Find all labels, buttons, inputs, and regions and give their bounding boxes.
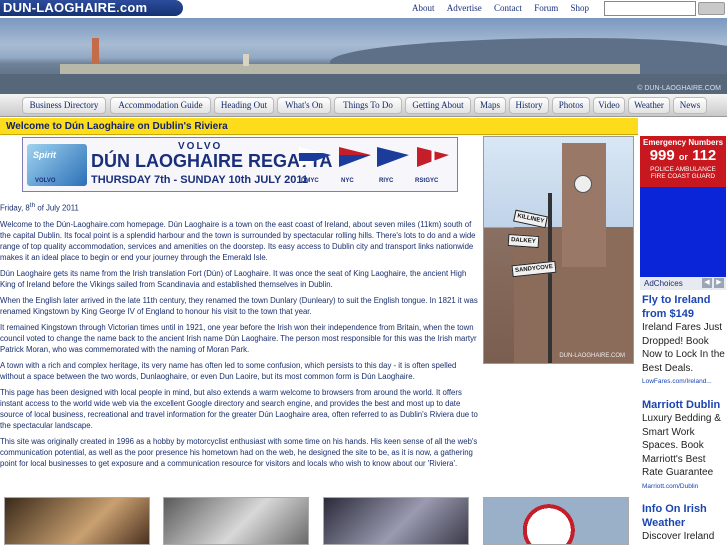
harbour-banner: © DUN-LAOGHAIRE.COM <box>0 18 727 94</box>
nav-business-directory[interactable]: Business Directory <box>22 97 106 114</box>
emergency-line1: POLICE AMBULANCE <box>650 166 716 173</box>
regatta-volvo-small: VOLVO <box>35 178 56 184</box>
club-label-riyc: RIYC <box>379 178 394 184</box>
riyc-flag-icon <box>377 147 409 167</box>
kingstown-paragraph: It remained Kingstown through Victorian … <box>0 322 477 354</box>
nav-getting-about[interactable]: Getting About <box>405 97 471 114</box>
design-paragraph: This page has been designed with local p… <box>0 387 478 430</box>
thumbnail-wedding[interactable] <box>163 497 309 545</box>
nyc-flag-icon <box>339 147 371 167</box>
banner-pier <box>60 64 640 74</box>
ad-prev-icon[interactable]: ◀ <box>702 278 712 288</box>
welcome-heading: Welcome to Dún Laoghaire on Dublin's Riv… <box>0 118 638 135</box>
thumbnail-heading-out[interactable] <box>4 497 150 545</box>
search-button[interactable] <box>698 2 725 15</box>
blue-advert[interactable] <box>640 187 726 277</box>
regatta-title: DÚN LAOGHAIRE REGATTA <box>91 151 333 171</box>
emergency-title: Emergency Numbers <box>642 138 724 147</box>
club-label-nyc: NYC <box>341 178 354 184</box>
ad-title-marriott[interactable]: Marriott Dublin <box>642 399 726 413</box>
adchoices-bar: AdChoices ◀ ▶ <box>640 277 726 290</box>
photo-clock-tower <box>562 143 606 267</box>
text-ads: Fly to Ireland from $149 Ireland Fares J… <box>642 294 726 544</box>
sign-killiney: KILLINEY <box>513 209 549 229</box>
banner-sea <box>0 74 727 94</box>
banner-watermark: © DUN-LAOGHAIRE.COM <box>637 85 721 92</box>
ad-title-fly-ireland[interactable]: Fly to Ireland from $149 <box>642 294 726 321</box>
nav-heading-out[interactable]: Heading Out <box>214 97 274 114</box>
thumbnail-concert[interactable] <box>323 497 469 545</box>
history-paragraph: This site was originally created in 1996… <box>0 436 478 468</box>
emergency-numbers-box: Emergency Numbers 999 or 112 POLICE AMBU… <box>640 136 726 187</box>
search-input[interactable] <box>604 1 696 16</box>
top-link-advertise[interactable]: Advertise <box>447 3 482 13</box>
heritage-paragraph: A town with a rich and complex heritage,… <box>0 360 457 381</box>
date-prefix: Friday, 8 <box>0 203 30 213</box>
intro-paragraph: Welcome to the Dún-Laoghaire.com homepag… <box>0 219 476 262</box>
emergency-num-112: 112 <box>692 147 717 164</box>
logo-text: DUN-LAOGHAIRE <box>3 0 117 15</box>
top-link-shop[interactable]: Shop <box>571 3 590 13</box>
top-bar: DUN-LAOGHAIRE.com About Advertise Contac… <box>0 0 727 18</box>
ad-title-irish-weather[interactable]: Info On Irish Weather <box>642 503 726 530</box>
thumbnail-parking-sign[interactable] <box>483 497 629 545</box>
rstgyc-flag-icon <box>417 147 449 167</box>
banner-tower <box>243 54 249 66</box>
nav-weather[interactable]: Weather <box>628 97 670 114</box>
emergency-or: or <box>678 152 688 162</box>
nav-things-to-do[interactable]: Things To Do <box>334 97 402 114</box>
ad-url-fly-ireland[interactable]: LowFares.com/Ireland... <box>642 375 726 389</box>
nav-maps[interactable]: Maps <box>474 97 506 114</box>
club-label-rstgyc: RStGYC <box>415 178 439 184</box>
ad-body-fly-ireland: Ireland Fares Just Dropped! Book Now to … <box>642 322 725 374</box>
nav-video[interactable]: Video <box>593 97 625 114</box>
site-logo[interactable]: DUN-LAOGHAIRE.com <box>0 0 183 16</box>
ad-body-marriott: Luxury Bedding & Smart Work Spaces. Book… <box>642 413 721 478</box>
main-nav: Business Directory Accommodation Guide H… <box>0 94 727 117</box>
regatta-banner[interactable]: Spirit VOLVO VOLVO DÚN LAOGHAIRE REGATTA… <box>22 137 458 192</box>
ad-next-icon[interactable]: ▶ <box>714 278 724 288</box>
main-content: Friday, 8th of July 2011 Welcome to the … <box>0 200 482 474</box>
nav-history[interactable]: History <box>509 97 549 114</box>
date-suffix: of July 2011 <box>35 203 79 213</box>
nav-photos[interactable]: Photos <box>552 97 590 114</box>
clock-icon <box>574 175 592 193</box>
top-link-forum[interactable]: Forum <box>534 3 558 13</box>
nav-whats-on[interactable]: What's On <box>277 97 331 114</box>
ad-url-marriott[interactable]: Marriott.com/Dublin <box>642 480 726 494</box>
adchoices-label[interactable]: AdChoices <box>644 279 683 288</box>
top-links: About Advertise Contact Forum Shop <box>412 3 599 13</box>
photo-watermark: DUN-LAOGHAIRE.COM <box>559 353 625 359</box>
ad-body-irish-weather: Discover Ireland <box>642 531 715 542</box>
page-date: Friday, 8th of July 2011 <box>0 200 482 214</box>
english-paragraph: When the English later arrived in the la… <box>0 295 478 316</box>
emergency-numbers: 999 or 112 <box>640 147 726 166</box>
sign-dalkey: DALKEY <box>507 233 540 249</box>
logo-tld: com <box>119 0 148 15</box>
name-paragraph: Dún Laoghaire gets its name from the Iri… <box>0 268 467 289</box>
nav-news[interactable]: News <box>673 97 707 114</box>
regatta-dates: THURSDAY 7th - SUNDAY 10th JULY 2011 <box>91 174 309 186</box>
emergency-line2: FIRE COAST GUARD <box>650 173 716 180</box>
emergency-num-999: 999 <box>649 147 675 164</box>
photo-sign-pole <box>548 193 552 363</box>
top-link-contact[interactable]: Contact <box>494 3 522 13</box>
club-label-dmyc: DMYC <box>301 178 319 184</box>
regatta-spirit-label: Spirit <box>33 150 57 160</box>
nav-accommodation-guide[interactable]: Accommodation Guide <box>110 97 211 114</box>
lighthouse-icon <box>92 38 99 64</box>
town-hall-photo[interactable]: KILLINEY DALKEY SANDYCOVE DUN-LAOGHAIRE.… <box>483 136 634 364</box>
top-link-about[interactable]: About <box>412 3 435 13</box>
